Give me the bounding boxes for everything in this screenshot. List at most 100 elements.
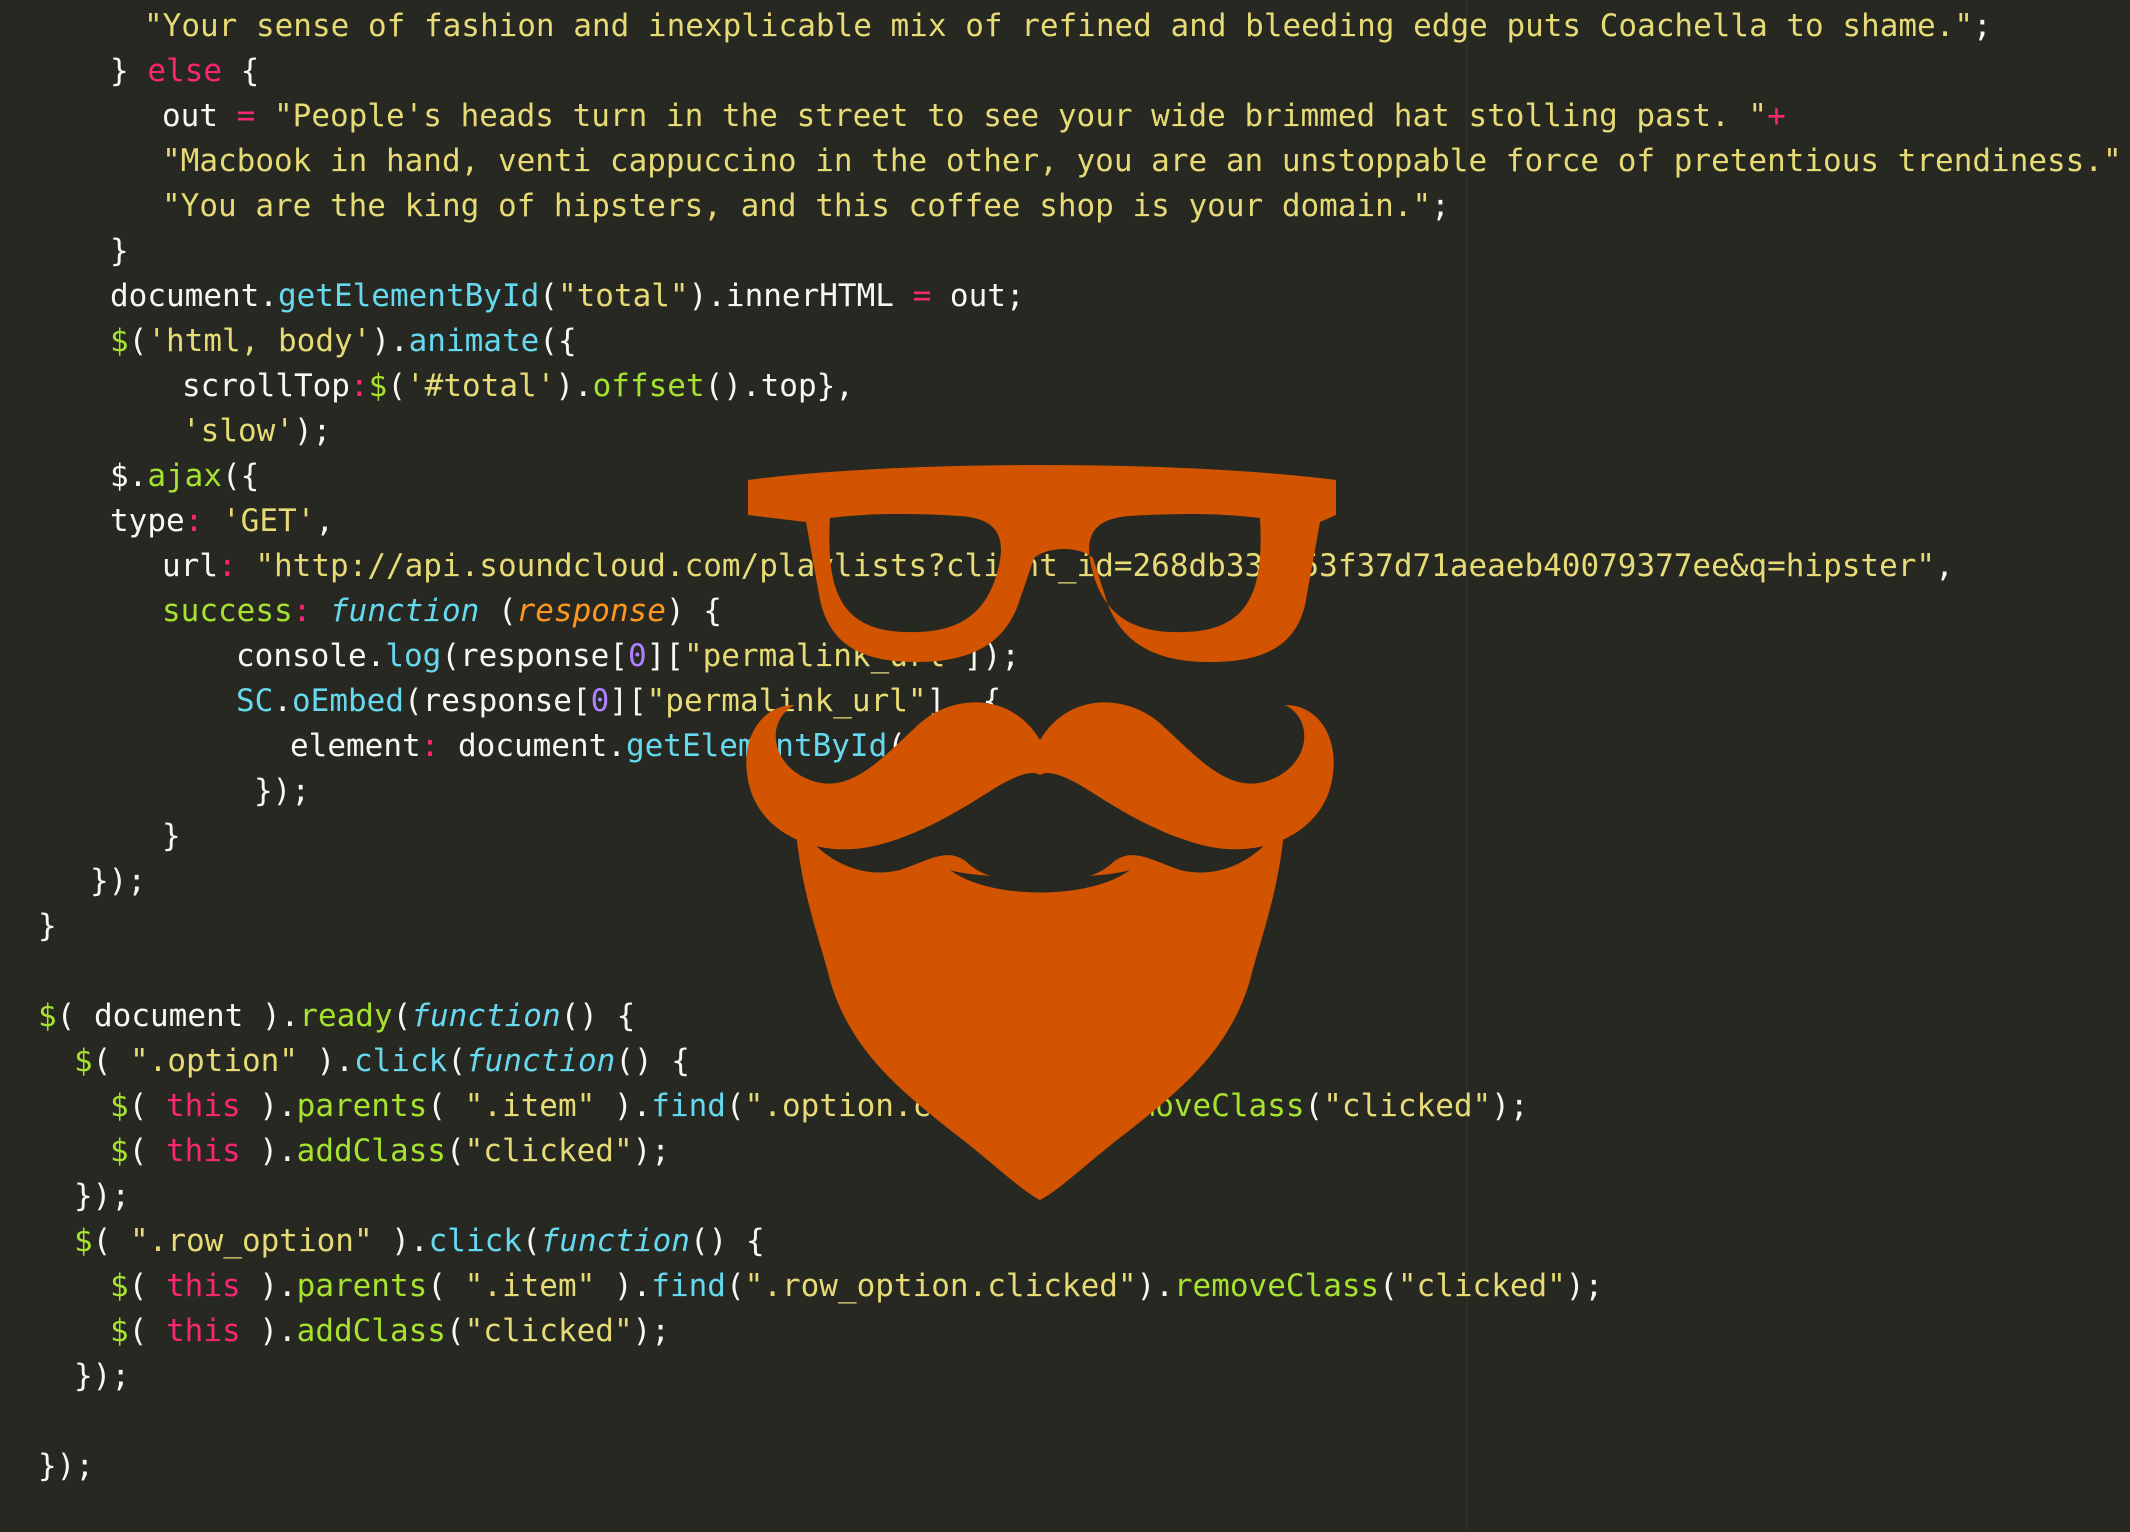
code-token: (	[392, 998, 412, 1034]
code-token: ).	[371, 323, 409, 359]
code-token: (	[128, 1133, 166, 1169]
code-token: (	[128, 323, 148, 359]
code-line[interactable]: }	[110, 229, 129, 274]
code-token: $	[74, 1043, 93, 1079]
code-token: ).	[555, 368, 593, 404]
code-token: function	[465, 1043, 616, 1079]
code-token: });	[254, 773, 310, 809]
code-line[interactable]: }	[162, 814, 181, 859]
code-token: addClass	[296, 1133, 446, 1169]
code-token: ;	[1973, 8, 1992, 44]
code-token: else	[147, 53, 222, 89]
code-line[interactable]: $( this ).addClass("clicked");	[110, 1129, 670, 1174]
code-token: ,	[315, 503, 334, 539]
code-token: (	[447, 1043, 466, 1079]
code-line[interactable]: 'slow');	[182, 409, 331, 454]
code-line[interactable]: $( document ).ready(function() {	[38, 994, 635, 1039]
code-token: ).	[240, 1268, 297, 1304]
code-token: ).	[240, 1313, 297, 1349]
code-line[interactable]: $( ".option" ).click(function() {	[74, 1039, 690, 1084]
code-line[interactable]: $.ajax({	[110, 454, 259, 499]
code-line[interactable]: "Macbook in hand, venti cappuccino in th…	[162, 139, 2130, 184]
code-token: (	[128, 1268, 166, 1304]
code-token: url	[162, 548, 218, 584]
code-line[interactable]: });	[74, 1354, 130, 1399]
code-token: );	[1491, 1088, 1529, 1124]
code-token: }	[110, 53, 148, 89]
code-line[interactable]: "You are the king of hipsters, and this …	[162, 184, 1450, 229]
code-token: "You are the king of hipsters, and this …	[162, 188, 1432, 224]
code-token: SC	[236, 683, 274, 719]
code-token: "Your sense of fashion and inexplicable …	[144, 8, 1974, 44]
code-token: ({	[221, 458, 260, 494]
code-token: (	[521, 1223, 541, 1259]
code-token: (	[539, 278, 558, 314]
code-token: find	[651, 1268, 726, 1304]
code-token: {	[221, 53, 260, 89]
code-token: ajax	[147, 458, 222, 494]
code-token: +	[1767, 98, 1786, 134]
code-line[interactable]: type: 'GET',	[110, 499, 334, 544]
code-token: ][	[609, 683, 647, 719]
code-token: $	[110, 323, 129, 359]
code-line[interactable]: } else {	[110, 49, 259, 94]
code-line[interactable]: $( this ).addClass("clicked");	[110, 1309, 670, 1354]
code-token: ).innerHTML	[688, 278, 913, 314]
code-token: (	[1379, 1268, 1398, 1304]
code-token: (	[128, 1313, 166, 1349]
code-token: });	[74, 1358, 130, 1394]
code-token: });	[90, 863, 146, 899]
code-line[interactable]: scrollTop:$('#total').offset().top},	[182, 364, 854, 409]
code-line[interactable]: });	[38, 1444, 94, 1489]
code-token: ({	[539, 323, 577, 359]
code-line[interactable]: }	[38, 904, 57, 949]
glasses-icon	[748, 465, 1336, 662]
code-line[interactable]: "Your sense of fashion and inexplicable …	[144, 4, 1992, 49]
code-token: +	[2122, 143, 2130, 179]
code-token: oEmbed	[292, 683, 404, 719]
code-token: "People's heads turn in the street to se…	[255, 98, 1768, 134]
code-token: (	[387, 368, 406, 404]
code-line[interactable]: success: function (response) {	[162, 589, 722, 634]
code-token: () {	[615, 1043, 690, 1079]
code-line[interactable]: $('html, body').animate({	[110, 319, 577, 364]
code-token: this	[166, 1133, 241, 1169]
code-token: (	[128, 1088, 166, 1124]
code-token: ".option"	[130, 1043, 298, 1079]
code-token: (	[445, 1313, 465, 1349]
code-token: parents	[296, 1088, 428, 1124]
code-line[interactable]: });	[254, 769, 310, 814]
code-token: :	[292, 593, 312, 629]
code-token: (	[479, 593, 517, 629]
code-token: ][	[646, 638, 684, 674]
code-token: (	[92, 1043, 130, 1079]
code-token: );	[293, 413, 332, 449]
code-line[interactable]: });	[74, 1174, 130, 1219]
code-token: (	[445, 1133, 465, 1169]
code-token: $	[110, 1313, 129, 1349]
code-token: function	[540, 1223, 690, 1259]
code-token: $	[38, 998, 57, 1034]
code-token: =	[912, 278, 932, 314]
code-token: 'GET'	[203, 503, 316, 539]
code-line[interactable]: $( ".row_option" ).click(function() {	[74, 1219, 765, 1264]
code-token: log	[385, 638, 442, 674]
code-token: });	[74, 1178, 130, 1214]
code-line[interactable]: $( this ).parents( ".item" ).find(".row_…	[110, 1264, 1603, 1309]
code-token: '#total'	[406, 368, 556, 404]
code-token: this	[166, 1088, 241, 1124]
code-token: 'slow'	[182, 413, 294, 449]
code-line[interactable]: });	[90, 859, 146, 904]
code-token: "Macbook in hand, venti cappuccino in th…	[162, 143, 2122, 179]
code-token: ).	[297, 1043, 354, 1079]
code-token: (response[	[441, 638, 628, 674]
code-token: response	[516, 593, 666, 629]
code-token: }	[110, 233, 129, 269]
code-token: "total"	[557, 278, 689, 314]
code-line[interactable]: document.getElementById("total").innerHT…	[110, 274, 1025, 319]
code-token: (response[	[403, 683, 591, 719]
code-line[interactable]: out = "People's heads turn in the street…	[162, 94, 1786, 139]
code-token: document.	[439, 728, 626, 764]
code-token: (	[427, 1088, 465, 1124]
code-token: );	[632, 1133, 670, 1169]
